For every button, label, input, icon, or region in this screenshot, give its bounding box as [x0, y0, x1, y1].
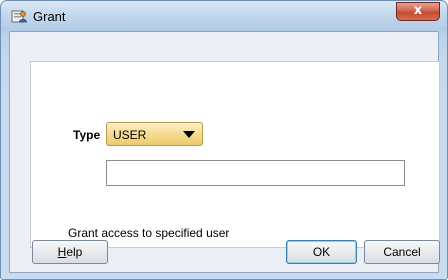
title-bar: Grant x: [1, 1, 447, 31]
type-selected-value: USER: [113, 128, 147, 142]
close-button[interactable]: x: [396, 2, 440, 21]
help-label: elp: [66, 245, 83, 259]
cancel-button[interactable]: Cancel: [364, 240, 440, 264]
help-button[interactable]: Help: [32, 240, 108, 264]
type-label: Type: [73, 128, 101, 142]
grant-dialog: Grant x Type USER Grant access to specif…: [0, 0, 448, 280]
ok-button[interactable]: OK: [286, 240, 357, 264]
type-dropdown[interactable]: USER: [106, 122, 203, 146]
dialog-content: Type USER Grant access to specified user…: [9, 31, 440, 273]
window-title: Grant: [33, 9, 66, 24]
chevron-down-icon: [183, 131, 195, 138]
grant-window-icon: [11, 8, 27, 24]
description-text: Grant access to specified user: [68, 226, 230, 240]
close-icon: x: [413, 3, 423, 18]
grantee-input[interactable]: [106, 160, 405, 186]
form-panel: Type USER Grant access to specified user: [30, 61, 440, 248]
